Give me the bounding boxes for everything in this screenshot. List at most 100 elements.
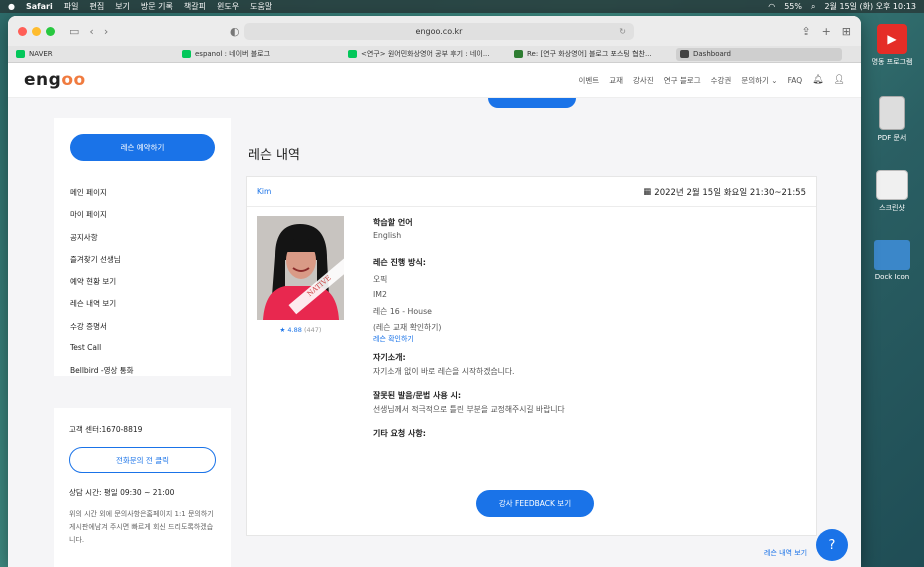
method-material: (레슨 교재 확인하기) bbox=[373, 323, 442, 332]
top-button-remnant[interactable] bbox=[488, 98, 576, 108]
support-note: 위의 시간 외에 문의사항은홈페이지 1:1 문의하기 게시판에남겨 주시면 빠… bbox=[69, 510, 214, 544]
nav-teachers[interactable]: 강사진 bbox=[633, 75, 654, 86]
favorite-mail[interactable]: Re: [연구 화상영어] 블로그 포스팅 협찬... bbox=[510, 49, 676, 59]
desktop-icon-youtube[interactable]: ▶ 명동 프로그램 bbox=[862, 24, 922, 67]
desktop-icon-folder[interactable]: Dock Icon bbox=[862, 240, 922, 281]
page-content: 레슨 예약하기 메인 페이지 마이 페이지 공지사항 즐겨찾기 선생님 예약 현… bbox=[8, 98, 861, 567]
other-requests-label: 기타 요청 사항: bbox=[373, 429, 426, 438]
favorite-label: espanol : 네이버 블로그 bbox=[195, 50, 271, 58]
clock[interactable]: 2월 15일 (화) 오후 10:13 bbox=[824, 1, 916, 12]
menubar-edit[interactable]: 편집 bbox=[89, 1, 104, 12]
lesson-card-header: Kim ▦ 2022년 2월 15일 화요일 21:30~21:55 bbox=[247, 177, 816, 207]
sidebar-item-test-call[interactable]: Test Call bbox=[70, 343, 134, 365]
nav-faq[interactable]: FAQ bbox=[788, 76, 803, 85]
intro-value: 자기소개 없이 바로 레슨을 시작하겠습니다. bbox=[373, 367, 515, 376]
window-controls bbox=[18, 26, 55, 36]
sidebar-item-reservations[interactable]: 예약 현황 보기 bbox=[70, 276, 134, 298]
method-lesson: 레슨 16 - House bbox=[373, 307, 432, 316]
menubar-history[interactable]: 방문 기록 bbox=[141, 1, 173, 12]
desktop-icon-label: 스크린샷 bbox=[879, 204, 905, 212]
blog-icon bbox=[182, 50, 191, 58]
desktop-icon-label: Dock Icon bbox=[874, 273, 910, 281]
lesson-details: 학습할 언어 English 레슨 진행 방식: 오픽 IM2 레슨 16 - … bbox=[373, 217, 773, 442]
favorite-dashboard[interactable]: Dashboard bbox=[676, 47, 842, 61]
menubar-app[interactable]: Safari bbox=[26, 2, 53, 11]
user-icon[interactable]: 👤︎ bbox=[834, 75, 845, 85]
page-title: 레슨 내역 bbox=[248, 148, 300, 163]
nav-tickets[interactable]: 수강권 bbox=[711, 75, 732, 86]
new-tab-icon[interactable]: + bbox=[822, 25, 831, 38]
desktop-icon-screenshot[interactable]: 스크린샷 bbox=[862, 170, 922, 213]
lesson-history-link[interactable]: 레슨 내역 보기 bbox=[764, 548, 807, 558]
support-phone: 고객 센터:1670-8819 bbox=[69, 425, 143, 434]
menubar-view[interactable]: 보기 bbox=[115, 1, 130, 12]
method-level: IM2 bbox=[373, 290, 387, 299]
language-value: English bbox=[373, 231, 402, 240]
rating-count: (447) bbox=[303, 326, 322, 334]
book-lesson-button[interactable]: 레슨 예약하기 bbox=[70, 134, 215, 161]
screenshot-icon bbox=[876, 170, 908, 200]
check-lesson-link[interactable]: 레슨 확인하기 bbox=[373, 334, 773, 352]
star-icon: ★ bbox=[279, 326, 286, 334]
call-inquiry-button[interactable]: 전화문의 전 클릭 bbox=[69, 447, 216, 473]
minimize-window-button[interactable] bbox=[32, 26, 41, 36]
sidebar-item-main[interactable]: 메인 페이지 bbox=[70, 187, 134, 209]
sidebar-item-lesson-history[interactable]: 레슨 내역 보기 bbox=[70, 298, 134, 320]
teacher-rating: ★ 4.88 (447) bbox=[257, 326, 344, 334]
sidebar-item-certificate[interactable]: 수강 증명서 bbox=[70, 321, 134, 343]
teacher-feedback-button[interactable]: 강사 FEEDBACK 보기 bbox=[476, 490, 594, 517]
desktop-icon-label: 명동 프로그램 bbox=[871, 58, 913, 66]
back-icon[interactable]: ‹ bbox=[89, 25, 93, 38]
bell-icon[interactable]: 🔔︎ bbox=[812, 75, 823, 85]
address-bar[interactable]: engoo.co.kr ↻ bbox=[244, 23, 634, 40]
language-label: 학습할 언어 bbox=[373, 218, 413, 227]
forward-icon[interactable]: › bbox=[104, 25, 108, 38]
sidebar-item-notices[interactable]: 공지사항 bbox=[70, 232, 134, 254]
naver-icon bbox=[16, 50, 25, 58]
nav-events[interactable]: 이벤트 bbox=[579, 75, 600, 86]
menubar-file[interactable]: 파일 bbox=[64, 1, 79, 12]
menubar-window[interactable]: 윈도우 bbox=[217, 1, 239, 12]
blog-icon bbox=[348, 50, 357, 58]
favorite-label: <연구> 원어민화상영어 공부 후기 : 네이... bbox=[361, 50, 490, 58]
nav-contact[interactable]: 문의하기 ⌄ bbox=[741, 75, 777, 86]
desktop-icon-pdf[interactable]: PDF 문서 bbox=[862, 96, 922, 143]
sidebar: 레슨 예약하기 메인 페이지 마이 페이지 공지사항 즐겨찾기 선생님 예약 현… bbox=[54, 118, 231, 376]
privacy-shield-icon[interactable]: ◐ bbox=[230, 25, 240, 38]
lesson-datetime: ▦ 2022년 2월 15일 화요일 21:30~21:55 bbox=[643, 186, 806, 198]
teacher-name-link[interactable]: Kim bbox=[257, 187, 271, 196]
teacher-photo[interactable]: NATIVE bbox=[257, 216, 344, 320]
sidebar-item-bellbird[interactable]: Bellbird -영상 통화 bbox=[70, 365, 134, 387]
nav-materials[interactable]: 교재 bbox=[609, 75, 623, 86]
apple-icon[interactable]: ● bbox=[8, 2, 15, 11]
calendar-icon: ▦ bbox=[643, 186, 652, 197]
zoom-window-button[interactable] bbox=[46, 26, 55, 36]
logo-accent: oo bbox=[61, 70, 86, 90]
sidebar-item-favorite-teachers[interactable]: 즐겨찾기 선생님 bbox=[70, 254, 134, 276]
sidebar-toggle-icon[interactable]: ▭ bbox=[69, 25, 79, 38]
wifi-icon[interactable]: ◠ bbox=[768, 2, 775, 11]
sidebar-menu: 메인 페이지 마이 페이지 공지사항 즐겨찾기 선생님 예약 현황 보기 레슨 … bbox=[70, 187, 134, 388]
help-chat-button[interactable]: ? bbox=[816, 529, 848, 561]
favorite-label: NAVER bbox=[29, 50, 53, 58]
menubar-bookmarks[interactable]: 책갈피 bbox=[184, 1, 206, 12]
document-icon bbox=[879, 96, 905, 130]
lesson-card: Kim ▦ 2022년 2월 15일 화요일 21:30~21:55 NATIV… bbox=[246, 176, 817, 536]
battery-level[interactable]: 55% bbox=[784, 2, 802, 11]
folder-icon bbox=[874, 240, 910, 270]
close-window-button[interactable] bbox=[18, 26, 27, 36]
method-label: 레슨 진행 방식: bbox=[373, 258, 426, 267]
search-icon[interactable]: ⌕ bbox=[811, 2, 815, 12]
support-hours: 상담 시간: 평일 09:30 ~ 21:00 bbox=[69, 488, 175, 497]
favorite-naver[interactable]: NAVER bbox=[12, 50, 178, 58]
tab-overview-icon[interactable]: ⊞ bbox=[842, 25, 851, 38]
favorite-espanol-blog[interactable]: espanol : 네이버 블로그 bbox=[178, 49, 344, 59]
menubar-help[interactable]: 도움말 bbox=[250, 1, 272, 12]
share-icon[interactable]: ⇪ bbox=[801, 25, 810, 38]
engoo-logo[interactable]: engoo bbox=[24, 70, 86, 90]
reload-icon[interactable]: ↻ bbox=[619, 27, 626, 36]
logo-text: eng bbox=[24, 70, 62, 90]
favorite-study-blog[interactable]: <연구> 원어민화상영어 공부 후기 : 네이... bbox=[344, 49, 510, 59]
sidebar-item-mypage[interactable]: 마이 페이지 bbox=[70, 209, 134, 231]
nav-research-blog[interactable]: 연구 블로그 bbox=[664, 75, 701, 86]
